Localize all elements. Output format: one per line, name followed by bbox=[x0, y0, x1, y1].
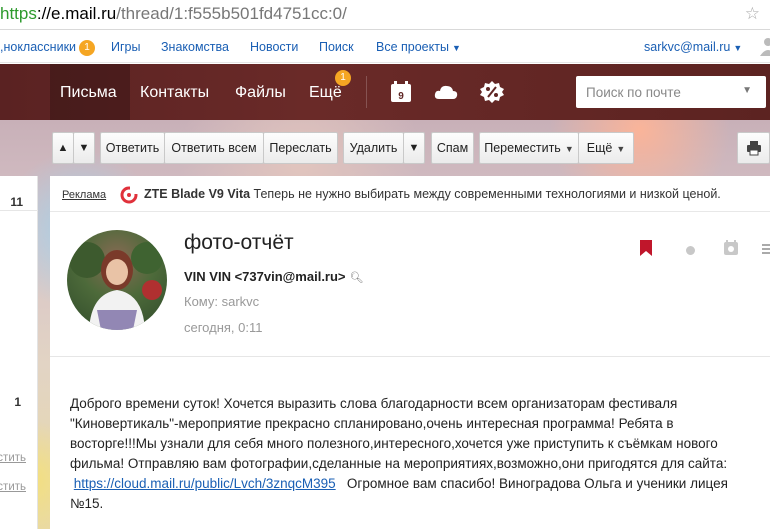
tab-files[interactable]: Файлы bbox=[225, 64, 296, 120]
address-bar[interactable]: https://e.mail.ru/thread/1:f555b501fd475… bbox=[0, 0, 770, 30]
portal-link-search[interactable]: Поиск bbox=[319, 40, 354, 54]
ad-body: Теперь не нужно выбирать между современн… bbox=[253, 187, 721, 201]
calendar-icon[interactable] bbox=[723, 240, 739, 256]
message-date: сегодня, 0:11 bbox=[184, 320, 263, 335]
next-message-button[interactable]: ▼ bbox=[73, 132, 95, 164]
inbox-count[interactable]: 11 bbox=[10, 195, 23, 209]
user-menu[interactable]: sarkvc@mail.ru ▼ bbox=[644, 40, 742, 54]
search-icon[interactable]: 🔍︎ bbox=[350, 272, 364, 284]
body-line: восторге!!!Мы узнали для себя много поле… bbox=[70, 436, 718, 451]
sidebar-divider bbox=[0, 210, 38, 211]
zte-logo-icon bbox=[120, 186, 138, 204]
url-path: /thread/1:f555b501fd4751cc:0/ bbox=[116, 4, 347, 23]
message-toolbar: ▲ ▼ Ответить Ответить всем Переслать Уда… bbox=[0, 120, 770, 176]
ad-brand: ZTE Blade V9 Vita bbox=[144, 187, 251, 201]
message-recipient: Кому: sarkvc bbox=[184, 294, 260, 309]
ad-label[interactable]: Реклама bbox=[62, 189, 106, 201]
portal-nav: ,ноклассники 1 Игры Знакомства Новости По… bbox=[0, 31, 770, 63]
portal-link-label: ,ноклассники bbox=[0, 40, 77, 54]
move-label: Переместить bbox=[484, 141, 561, 155]
notification-badge: 1 bbox=[335, 70, 351, 86]
calendar-day: 9 bbox=[398, 91, 404, 102]
read-status-icon[interactable] bbox=[686, 246, 695, 255]
message-body: Доброго времени суток! Хочется выразить … bbox=[70, 394, 770, 514]
user-icon[interactable] bbox=[758, 36, 770, 56]
portal-link-odnoklassniki[interactable]: ,ноклассники 1 bbox=[0, 40, 96, 56]
mail-search[interactable]: ▼ bbox=[576, 76, 766, 108]
tab-contacts[interactable]: Контакты bbox=[130, 64, 219, 120]
message-from[interactable]: VIN VIN <737vin@mail.ru> 🔍︎ bbox=[184, 269, 364, 284]
reply-all-button[interactable]: Ответить всем bbox=[164, 132, 264, 164]
prev-message-button[interactable]: ▲ bbox=[52, 132, 74, 164]
user-email: sarkvc@mail.ru bbox=[644, 40, 731, 54]
header-divider bbox=[366, 76, 367, 108]
calendar-icon[interactable]: 9 bbox=[388, 80, 414, 104]
chevron-down-icon: ▼ bbox=[733, 43, 743, 53]
url-scheme: https bbox=[0, 4, 37, 23]
all-projects-label: Все проекты bbox=[376, 40, 449, 54]
sidebar-clear-link[interactable]: стить bbox=[0, 481, 26, 493]
message-subject: фото-отчёт bbox=[184, 231, 294, 254]
flag-icon[interactable] bbox=[640, 240, 652, 256]
more-actions-button[interactable]: Ещё ▼ bbox=[578, 132, 634, 164]
body-line: "Киновертикаль"-мероприятие прекрасно сп… bbox=[70, 416, 674, 431]
delete-button[interactable]: Удалить bbox=[343, 132, 404, 164]
body-line: Доброго времени суток! Хочется выразить … bbox=[70, 396, 678, 411]
tab-more[interactable]: Ещё 1 bbox=[299, 64, 353, 120]
more-options-icon[interactable] bbox=[762, 243, 770, 255]
arrow-up-icon: ▲ bbox=[57, 142, 69, 154]
body-line: фильма! Отправляю вам фотографии,сделанн… bbox=[70, 456, 728, 471]
sender-address[interactable]: VIN VIN <737vin@mail.ru> bbox=[184, 269, 346, 284]
reply-button[interactable]: Ответить bbox=[100, 132, 165, 164]
tab-label: Письма bbox=[60, 84, 117, 101]
chevron-down-icon[interactable]: ▼ bbox=[742, 85, 752, 96]
discount-icon[interactable] bbox=[479, 80, 505, 104]
delete-options-button[interactable]: ▼ bbox=[403, 132, 425, 164]
chevron-down-icon: ▼ bbox=[616, 144, 626, 154]
body-line: https://cloud.mail.ru/public/Lvch/3znqcM… bbox=[70, 474, 770, 494]
search-input[interactable] bbox=[576, 76, 726, 108]
body-line: №15. bbox=[70, 496, 104, 511]
forward-button[interactable]: Переслать bbox=[263, 132, 338, 164]
print-button[interactable] bbox=[737, 132, 770, 164]
cloud-link[interactable]: https://cloud.mail.ru/public/Lvch/3znqcM… bbox=[74, 476, 336, 491]
arrow-down-icon: ▼ bbox=[78, 142, 90, 154]
sidebar-clear-link[interactable]: стить bbox=[0, 452, 26, 464]
spam-button[interactable]: Спам bbox=[431, 132, 474, 164]
folder-sidebar: 11 1 стить стить bbox=[0, 176, 38, 529]
ad-text[interactable]: ZTE Blade V9 Vita Теперь не нужно выбира… bbox=[144, 187, 721, 201]
tab-letters[interactable]: Письма bbox=[50, 64, 130, 120]
move-button[interactable]: Переместить ▼ bbox=[479, 132, 579, 164]
address-url[interactable]: https://e.mail.ru/thread/1:f555b501fd475… bbox=[0, 4, 347, 24]
notification-badge: 1 bbox=[79, 40, 96, 56]
chevron-down-icon: ▼ bbox=[451, 43, 461, 53]
portal-link-news[interactable]: Новости bbox=[250, 40, 298, 54]
header-body-divider bbox=[50, 356, 770, 357]
body-closing: Огромное вам спасибо! Виноградова Ольга … bbox=[346, 476, 728, 491]
printer-icon bbox=[746, 141, 761, 156]
more-label: Ещё bbox=[586, 141, 613, 155]
portal-link-all-projects[interactable]: Все проекты ▼ bbox=[376, 40, 461, 54]
portal-link-games[interactable]: Игры bbox=[111, 40, 140, 54]
bookmark-star-icon[interactable]: ☆ bbox=[745, 4, 760, 24]
sender-avatar[interactable] bbox=[67, 230, 167, 330]
folder-count[interactable]: 1 bbox=[14, 395, 21, 409]
chevron-down-icon: ▼ bbox=[408, 142, 420, 154]
portal-link-dating[interactable]: Знакомства bbox=[161, 40, 229, 54]
url-host: ://e.mail.ru bbox=[36, 4, 117, 23]
mail-header: Письма Контакты Файлы Ещё1 9 ▼ bbox=[0, 64, 770, 120]
cloud-icon[interactable] bbox=[433, 80, 459, 104]
tab-label: Ещё bbox=[309, 84, 342, 101]
ad-banner[interactable]: Реклама ZTE Blade V9 Vita Теперь не нужн… bbox=[50, 176, 770, 212]
chevron-down-icon: ▼ bbox=[564, 144, 574, 154]
avatar-photo bbox=[69, 242, 163, 330]
message-panel: Реклама ZTE Blade V9 Vita Теперь не нужн… bbox=[50, 176, 770, 529]
